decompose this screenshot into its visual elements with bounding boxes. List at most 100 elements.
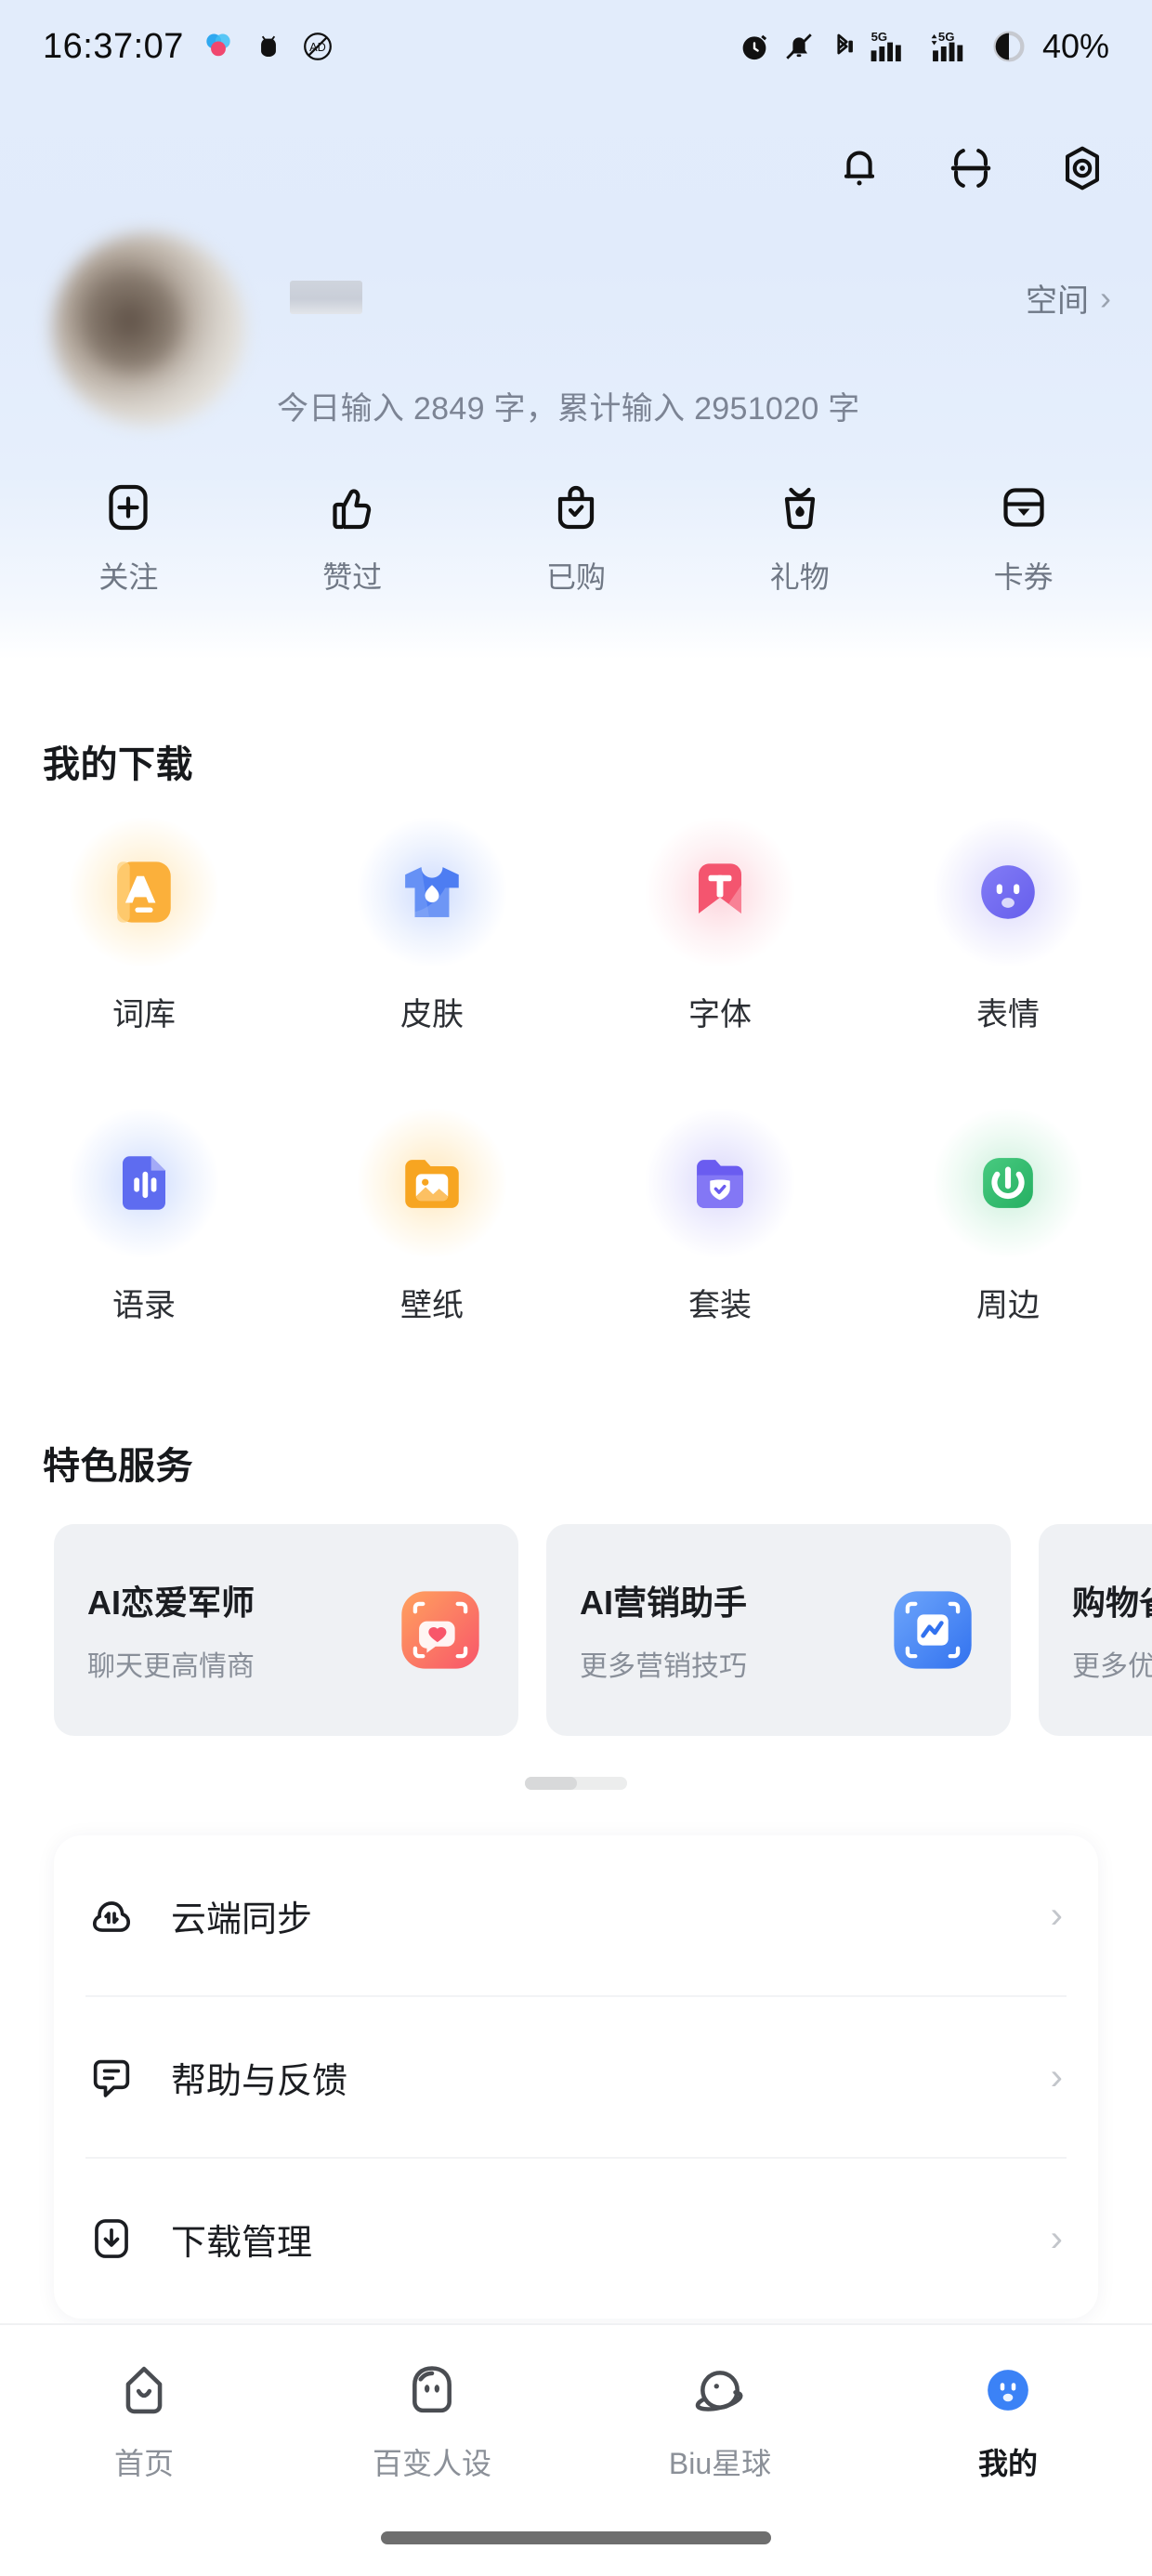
battery-circle-icon: [990, 28, 1028, 65]
quick-action-liked[interactable]: 赞过: [278, 474, 426, 597]
download-item-wallpaper[interactable]: 壁纸: [288, 1109, 576, 1325]
svg-text:AD: AD: [309, 40, 326, 54]
carousel-pagination-track: [525, 1777, 627, 1790]
download-item-label: 周边: [976, 1288, 1040, 1323]
ad-block-icon: AD: [301, 30, 334, 63]
home-indicator: [381, 2531, 771, 2544]
download-item-dictionary[interactable]: 词库: [0, 818, 288, 1034]
nav-item-biu-planet[interactable]: Biu星球: [576, 2355, 864, 2483]
settings-row-label: 下载管理: [171, 2223, 313, 2263]
svg-text:5G: 5G: [938, 30, 955, 44]
quick-action-follow[interactable]: 关注: [54, 474, 203, 597]
settings-list: 云端同步 › 帮助与反馈 › 下载管理 ›: [54, 1835, 1098, 2319]
nav-item-label: 我的: [977, 2447, 1038, 2480]
download-item-emoji[interactable]: 表情: [864, 818, 1152, 1034]
quick-action-purchased[interactable]: 已购: [502, 474, 650, 597]
signal-5g-dual-icon: 5G: [927, 29, 979, 64]
settings-icon[interactable]: [1054, 139, 1111, 197]
profile-block: [0, 212, 1152, 426]
service-card-ai-marketing[interactable]: AI营销助手 更多营销技巧: [546, 1524, 1011, 1736]
service-card-subtitle: 更多营销技巧: [580, 1651, 747, 1682]
nav-item-label: 首页: [113, 2447, 174, 2480]
cloud-sync-app-icon: [201, 29, 236, 64]
input-stats-text: 今日输入 2849 字，累计输入 2951020 字: [277, 391, 860, 427]
download-item-label: 表情: [976, 997, 1040, 1032]
dictionary-icon: [70, 818, 218, 966]
coupon-card-icon: [996, 474, 1052, 535]
settings-row-cloud-sync[interactable]: 云端同步 ›: [54, 1835, 1098, 1995]
download-item-skin[interactable]: 皮肤: [288, 818, 576, 1034]
scan-icon[interactable]: [942, 139, 1000, 197]
download-manage-icon: [85, 2213, 137, 2265]
service-card-subtitle: 更多优: [1072, 1651, 1152, 1682]
planet-icon: [690, 2355, 750, 2425]
quick-action-label: 已购: [545, 560, 606, 594]
nav-item-label: 百变人设: [372, 2447, 491, 2480]
username-redaction-box: [290, 281, 362, 314]
gift-cup-icon: [772, 474, 828, 535]
skin-shirt-icon: [358, 818, 506, 966]
chevron-right-icon: ›: [1050, 2057, 1063, 2097]
status-bar-left: 16:37:07 AD: [43, 27, 334, 67]
service-card-title: 购物省: [1072, 1584, 1152, 1622]
plus-box-icon: [100, 474, 156, 535]
wallpaper-folder-icon: [358, 1109, 506, 1257]
settings-row-label: 云端同步: [171, 1899, 313, 1939]
download-item-peripheral[interactable]: 周边: [864, 1109, 1152, 1325]
header-action-icons: [831, 139, 1111, 197]
download-item-suite[interactable]: 套装: [576, 1109, 864, 1325]
space-link[interactable]: 空间 ›: [1026, 275, 1111, 321]
carousel-pagination-thumb: [525, 1777, 577, 1790]
download-item-font[interactable]: 字体: [576, 818, 864, 1034]
nav-item-home[interactable]: 首页: [0, 2355, 288, 2483]
services-carousel[interactable]: AI恋爱军师 聊天更高情商 AI营销助手 更多营销技巧 购物 更多优: [0, 1524, 1152, 1736]
service-card-shopping-save[interactable]: 购物省 更多优: [1039, 1524, 1152, 1736]
purchased-bag-icon: [548, 474, 604, 535]
quick-action-label: 赞过: [322, 560, 383, 594]
phone-screen: 16:37:07 AD 5G 5G 40% 空间 › 今日输入 2849 字，累…: [0, 0, 1152, 2576]
chevron-right-icon: ›: [1050, 2218, 1063, 2259]
quick-action-label: 礼物: [769, 560, 830, 594]
nav-item-mine[interactable]: 我的: [864, 2355, 1152, 2483]
status-time: 16:37:07: [43, 26, 184, 66]
cloud-sync-icon: [85, 1889, 137, 1941]
avatar-blur-detail: [89, 281, 178, 370]
bug-icon: [253, 31, 284, 62]
carousel-pagination[interactable]: [0, 1777, 1152, 1790]
chevron-right-icon: ›: [1100, 278, 1111, 317]
download-item-quotes[interactable]: 语录: [0, 1109, 288, 1325]
persona-robot-icon: [402, 2355, 462, 2425]
nav-item-persona[interactable]: 百变人设: [288, 2355, 576, 2483]
download-item-label: 字体: [688, 997, 752, 1032]
download-item-label: 语录: [112, 1288, 176, 1323]
service-card-title: AI恋爱军师: [87, 1584, 255, 1622]
font-bookmark-icon: [646, 818, 794, 966]
signal-5g-icon: 5G: [870, 29, 916, 64]
space-link-label: 空间: [1026, 283, 1089, 319]
quote-doc-icon: [70, 1109, 218, 1257]
alarm-icon: [738, 30, 771, 63]
download-item-label: 词库: [112, 997, 176, 1032]
service-card-ai-love[interactable]: AI恋爱军师 聊天更高情商: [54, 1524, 518, 1736]
settings-row-download-manage[interactable]: 下载管理 ›: [54, 2159, 1098, 2319]
service-card-text: AI营销助手 更多营销技巧: [580, 1576, 747, 1684]
settings-row-label: 帮助与反馈: [171, 2061, 348, 2101]
ai-love-icon: [394, 1584, 487, 1676]
service-card-text: 购物省 更多优: [1072, 1576, 1152, 1684]
quick-action-label: 卡券: [993, 560, 1054, 594]
status-bar-right: 5G 5G 40%: [738, 27, 1109, 66]
download-item-label: 套装: [688, 1288, 752, 1323]
download-item-label: 皮肤: [400, 997, 464, 1032]
profile-face-icon: [978, 2355, 1038, 2425]
settings-row-help-feedback[interactable]: 帮助与反馈 ›: [54, 1997, 1098, 2157]
services-section-title: 特色服务: [43, 1446, 193, 1487]
quick-action-coupon[interactable]: 卡券: [949, 474, 1098, 597]
quick-action-gift[interactable]: 礼物: [726, 474, 874, 597]
svg-text:5G: 5G: [871, 30, 888, 44]
bell-icon[interactable]: [831, 139, 888, 197]
emoji-face-icon: [934, 818, 1082, 966]
quick-actions-row: 关注 赞过 已购 礼物 卡券: [0, 474, 1152, 597]
help-feedback-icon: [85, 2051, 137, 2103]
bell-muted-icon: [782, 30, 816, 63]
peripheral-power-icon: [934, 1109, 1082, 1257]
